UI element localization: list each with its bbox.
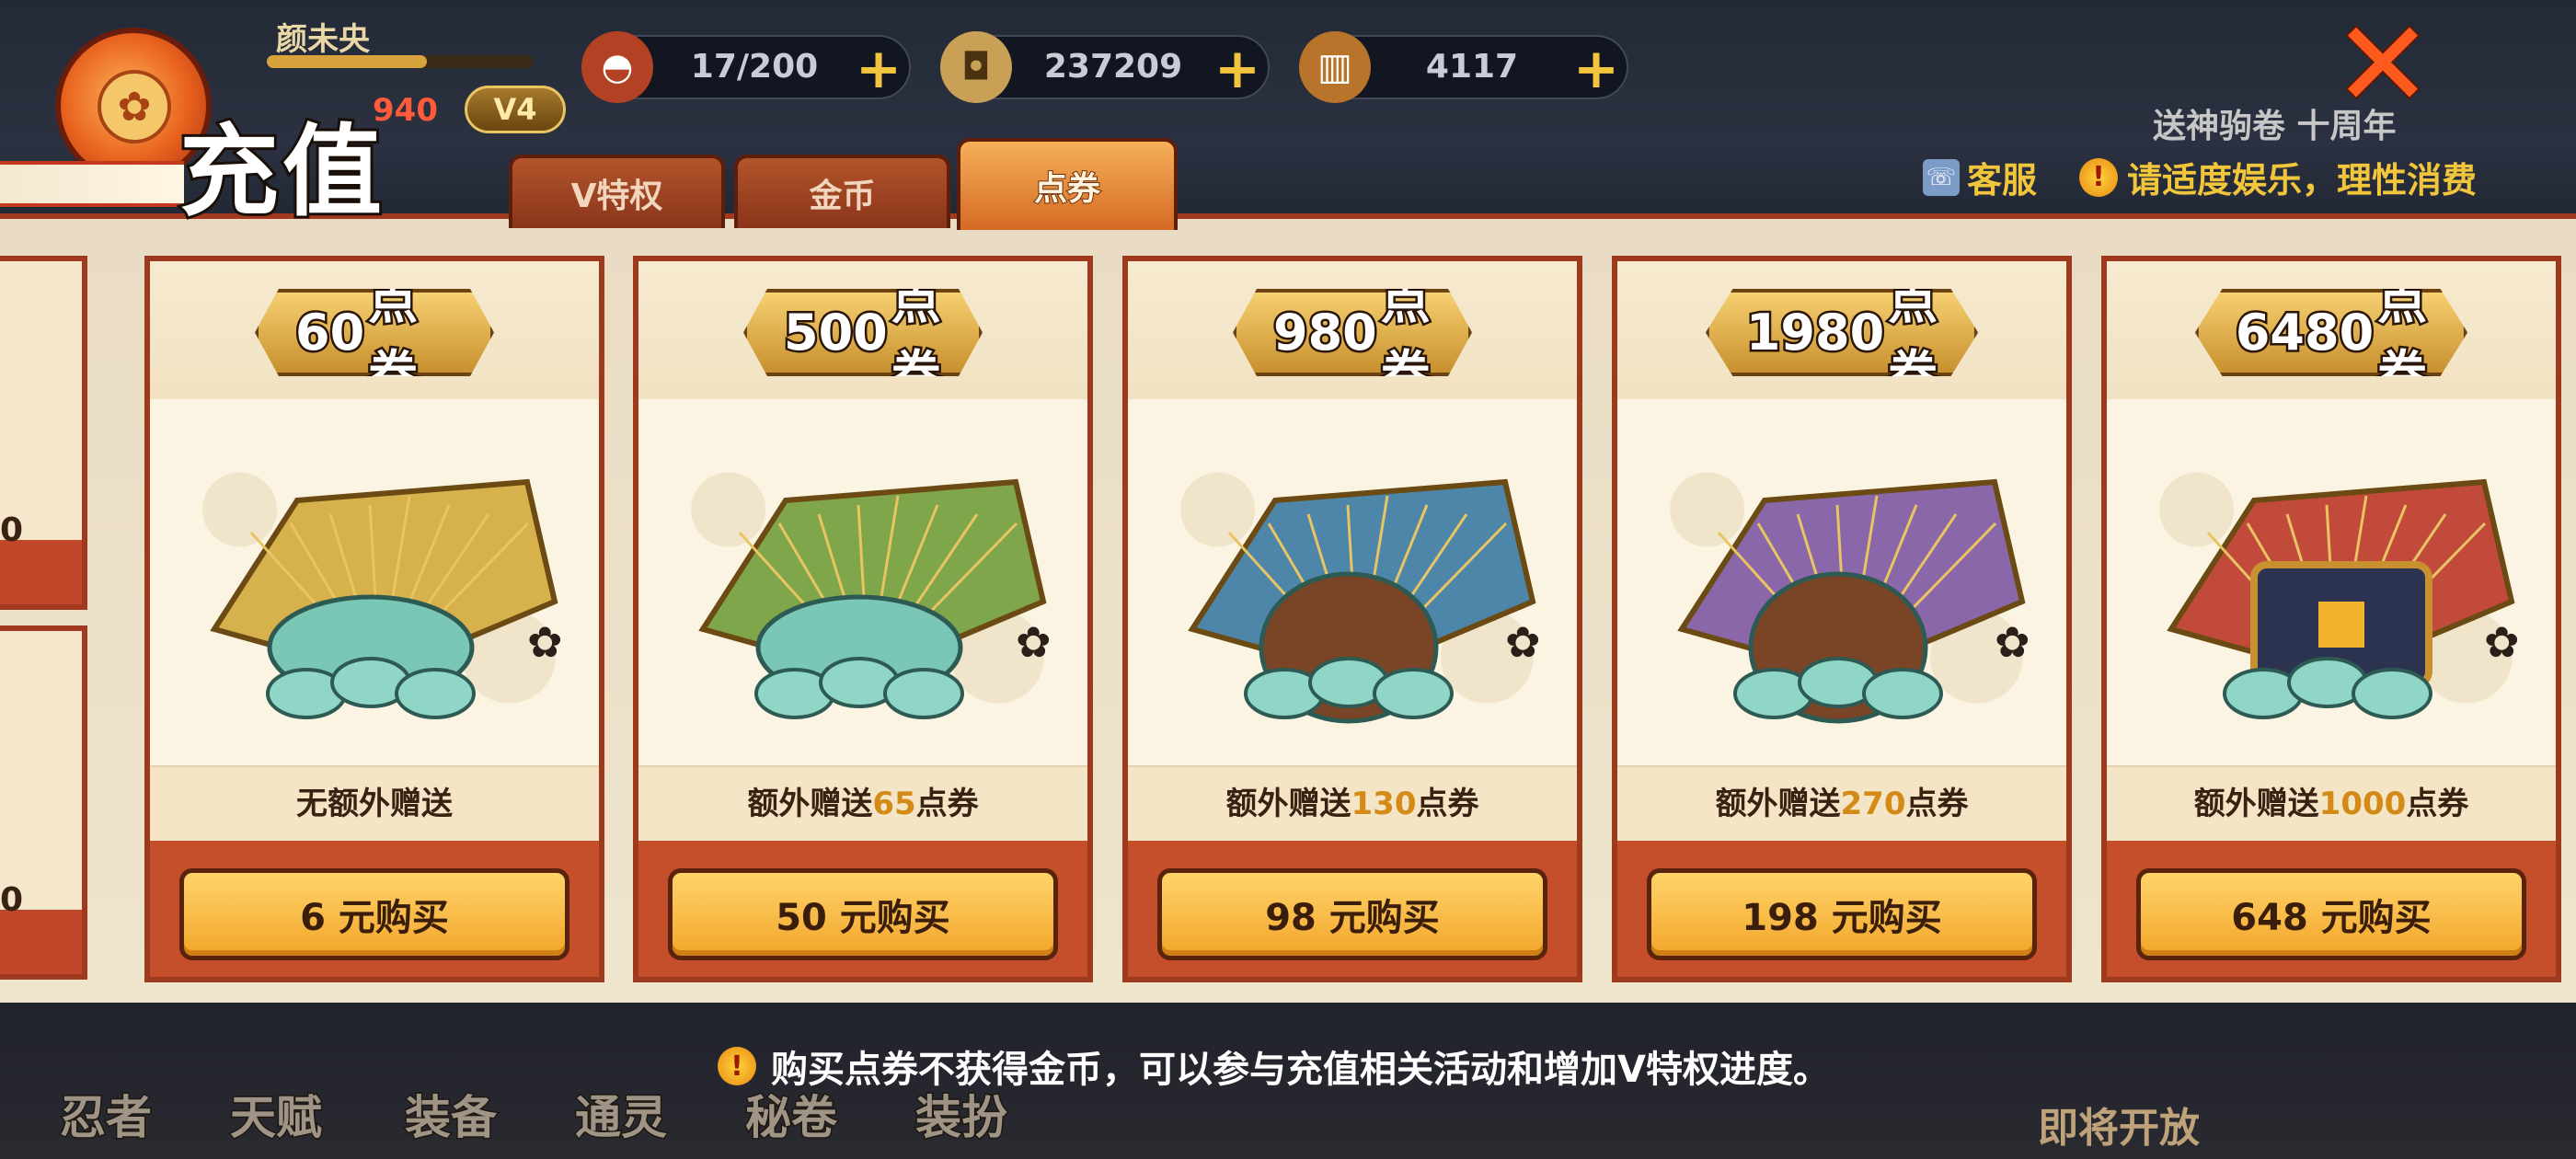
customer-service-button[interactable]: ☏ 客服 (1923, 152, 2037, 202)
voucher-amount: 1980 (1743, 302, 1886, 364)
close-button[interactable]: ✕ (2328, 3, 2438, 126)
bonus-text: 无额外赠送 (150, 778, 599, 823)
add-vouchers-button[interactable]: + (1571, 41, 1621, 97)
ramen-bowl-icon: ◓ (581, 31, 653, 103)
bonus-prefix: 额外赠送 (1225, 786, 1351, 822)
voucher-amount: 60 (293, 302, 366, 364)
add-coins-button[interactable]: + (1213, 41, 1262, 97)
bonus-suffix: 点券 (1416, 786, 1479, 822)
bonus-amount: 130 (1351, 786, 1417, 822)
flower-emblem-icon: ✿ (98, 70, 171, 143)
customer-service-icon: ☏ (1923, 158, 1960, 196)
add-stamina-button[interactable]: + (854, 41, 903, 97)
tab-v-privilege[interactable]: V特权 (509, 155, 725, 228)
bonus-suffix: 点券 (1905, 786, 1969, 822)
warning-icon: ! (718, 1047, 756, 1085)
bonus-amount: 270 (1840, 786, 1906, 822)
resource-coins: ◘ 237209 + (940, 31, 1270, 103)
fan-with-pouch-icon: ✿ (1188, 478, 1541, 724)
resource-stamina: ◓ 17/200 + (581, 31, 911, 103)
bonus-text: 额外赠送270点券 (1617, 778, 2066, 823)
amount-plaque: 60 点券 (255, 289, 494, 376)
resource-vouchers: ▥ 4117 + (1299, 31, 1628, 103)
coming-soon-label: 即将开放 (2038, 1105, 2200, 1152)
purchase-note-text: 购买点券不获得金币，可以参与充值相关活动和增加V特权进度。 (771, 1049, 1830, 1091)
bonus-text: 额外赠送130点券 (1128, 778, 1577, 823)
buy-button[interactable]: 198 元购买 (1647, 868, 2037, 960)
purchase-note: ! 购买点券不获得金币，可以参与充值相关活动和增加V特权进度。 (718, 1039, 1830, 1093)
nav-equipment[interactable]: 装备 (404, 1081, 499, 1147)
moderation-notice: ! 请适度娱乐，理性消费 (2079, 152, 2477, 202)
bonus-suffix: 点券 (2406, 786, 2469, 822)
product-card[interactable]: 500 点券 ✿ 额外赠送65点券 50 元购买 (633, 256, 1093, 982)
nav-summon[interactable]: 通灵 (574, 1081, 669, 1147)
svg-text:✿: ✿ (2484, 617, 2520, 667)
player-power: 940 (373, 92, 438, 129)
partial-card[interactable]: 0 (0, 625, 87, 980)
partial-card-value: 0 (0, 511, 24, 549)
resource-value: 237209 (1043, 48, 1183, 86)
scroll-roll-icon: ▥ (1299, 31, 1371, 103)
voucher-amount: 6480 (2233, 302, 2375, 364)
svg-text:✿: ✿ (1995, 617, 2030, 667)
warning-icon: ! (2079, 157, 2118, 197)
product-card[interactable]: 60 点券 ✿ 无额外赠送 6 元购买 (144, 256, 604, 982)
amount-plaque: 980 点券 (1233, 289, 1472, 376)
tab-gold[interactable]: 金币 (734, 155, 950, 228)
copper-coin-icon: ◘ (940, 31, 1012, 103)
page-title: 充值 (177, 111, 386, 233)
fan-with-tokens-icon: ✿ (210, 478, 563, 719)
nav-talent[interactable]: 天赋 (229, 1081, 324, 1147)
product-card[interactable]: 1980 点券 ✿ 额外赠送270点券 198 元购买 (1612, 256, 2072, 982)
amount-plaque: 6480 点券 (2194, 289, 2468, 376)
fan-with-treasure-chest-icon: ✿ (2167, 478, 2520, 719)
customer-service-label: 客服 (1967, 160, 2038, 201)
bonus-amount: 1000 (2318, 786, 2407, 822)
nav-ninja[interactable]: 忍者 (59, 1081, 154, 1147)
player-name: 颜未央 (276, 21, 370, 58)
partial-card[interactable]: 0 (0, 256, 87, 610)
bonus-prefix: 额外赠送 (1715, 786, 1841, 822)
product-card[interactable]: 6480 点券 ✿ 额外赠送1000点券 648 元购买 (2101, 256, 2561, 982)
partial-card-value: 0 (0, 881, 24, 919)
buy-button[interactable]: 50 元购买 (668, 868, 1058, 960)
tab-vouchers[interactable]: 点券 (957, 138, 1178, 230)
player-exp-bar (267, 55, 534, 68)
bonus-text: 额外赠送65点券 (638, 778, 1087, 823)
fan-with-open-pouch-icon: ✿ (1677, 478, 2030, 724)
product-card[interactable]: 980 点券 ✿ 额外赠送130点券 98 元购买 (1122, 256, 1582, 982)
buy-button[interactable]: 648 元购买 (2136, 868, 2526, 960)
fan-with-token-pile-icon: ✿ (698, 478, 1052, 719)
svg-text:✿: ✿ (1505, 617, 1541, 667)
voucher-amount: 980 (1271, 302, 1380, 364)
bonus-text: 额外赠送1000点券 (2107, 778, 2556, 823)
bonus-prefix: 额外赠送 (747, 786, 873, 822)
amount-plaque: 500 点券 (743, 289, 983, 376)
bonus-suffix: 点券 (915, 786, 979, 822)
bonus-amount: 65 (872, 786, 916, 822)
moderation-notice-text: 请适度娱乐，理性消费 (2127, 160, 2478, 201)
vip-badge[interactable]: V4 (465, 86, 566, 133)
resource-value: 17/200 (690, 48, 819, 86)
buy-button[interactable]: 98 元购买 (1157, 868, 1547, 960)
voucher-amount: 500 (782, 302, 891, 364)
amount-plaque: 1980 点券 (1705, 289, 1979, 376)
svg-text:✿: ✿ (1016, 617, 1052, 667)
title-scroll-decoration (0, 161, 184, 207)
bonus-prefix: 无额外赠送 (296, 786, 453, 822)
resource-value: 4117 (1425, 48, 1519, 86)
bonus-prefix: 额外赠送 (2193, 786, 2319, 822)
svg-text:✿: ✿ (527, 617, 563, 667)
buy-button[interactable]: 6 元购买 (179, 868, 569, 960)
